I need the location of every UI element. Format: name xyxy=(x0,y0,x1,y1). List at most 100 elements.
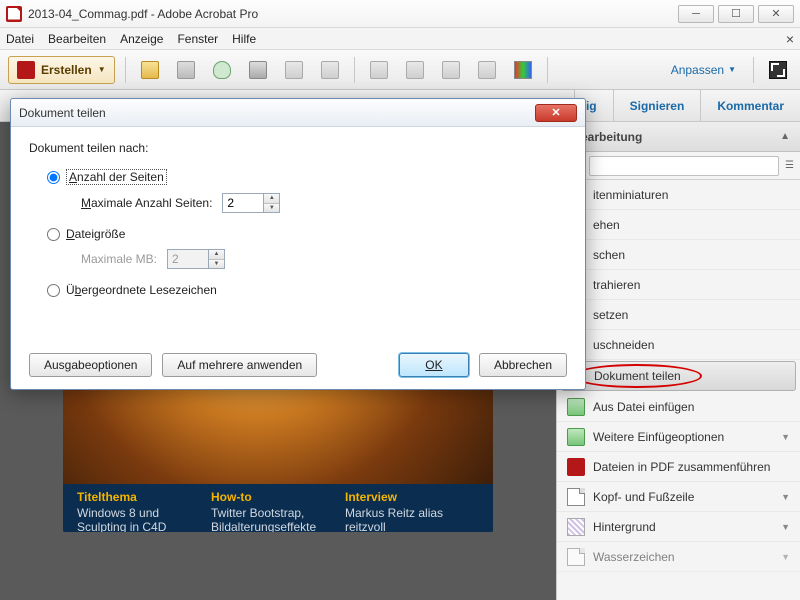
radio-filesize[interactable] xyxy=(47,228,60,241)
panel-item-headerfooter[interactable]: Kopf- und Fußzeile▼ xyxy=(557,482,800,512)
fullscreen-button[interactable] xyxy=(764,56,792,84)
app-icon xyxy=(6,6,22,22)
dialog-close-button[interactable]: ✕ xyxy=(535,104,577,122)
toolbar-button-3[interactable] xyxy=(401,56,429,84)
panel-menu-icon[interactable]: ☰ xyxy=(785,160,794,171)
ok-button[interactable]: OK xyxy=(399,353,469,377)
spinner-down-icon[interactable]: ▼ xyxy=(264,204,279,213)
panel-item-split-document[interactable]: Dokument teilen xyxy=(561,361,796,391)
band-col2-title: How-to xyxy=(211,490,345,504)
max-pages-input[interactable] xyxy=(222,193,264,213)
folder-open-icon xyxy=(141,61,159,79)
menu-datei[interactable]: Datei xyxy=(6,32,34,46)
create-button[interactable]: Erstellen ▼ xyxy=(8,56,115,84)
radio-pages-label: Anzahl der Seiten xyxy=(66,169,167,185)
panel-item-insert-file[interactable]: Aus Datei einfügen xyxy=(557,392,800,422)
pdf-icon xyxy=(17,61,35,79)
chevron-down-icon: ▼ xyxy=(98,65,106,74)
background-icon xyxy=(567,518,585,536)
toolbar-button-4[interactable] xyxy=(437,56,465,84)
panel-item-watermark[interactable]: Wasserzeichen ▼ xyxy=(557,542,800,572)
toolbar: Erstellen ▼ Anpassen ▼ xyxy=(0,50,800,90)
radio-bookmarks[interactable] xyxy=(47,284,60,297)
panel-section-header[interactable]: sbearbeitung ▲ xyxy=(557,122,800,152)
split-document-dialog: Dokument teilen ✕ Dokument teilen nach: … xyxy=(10,98,586,390)
radio-pages[interactable] xyxy=(47,171,60,184)
max-mb-input xyxy=(167,249,209,269)
chevron-icon: ▼ xyxy=(781,552,790,562)
toolbar-button-6[interactable] xyxy=(509,56,537,84)
customize-button[interactable]: Anpassen ▼ xyxy=(664,56,743,84)
insert-more-icon xyxy=(567,428,585,446)
chevron-icon: ▼ xyxy=(781,522,790,532)
panel-item-5[interactable]: uschneiden xyxy=(557,330,800,360)
panel-item-label: ehen xyxy=(593,218,620,232)
window-title: 2013-04_Commag.pdf - Adobe Acrobat Pro xyxy=(28,7,258,21)
option-filesize-row[interactable]: Dateigröße xyxy=(47,227,567,241)
tab-comment[interactable]: Kommentar xyxy=(700,90,800,121)
print-button[interactable] xyxy=(244,56,272,84)
toolbar-button-1[interactable] xyxy=(280,56,308,84)
menu-fenster[interactable]: Fenster xyxy=(177,32,218,46)
max-mb-spinner: ▲▼ xyxy=(167,249,225,269)
max-mb-label: Maximale MB: xyxy=(81,252,157,266)
output-options-button[interactable]: Ausgabeoptionen xyxy=(29,353,152,377)
panel-item-4[interactable]: setzen xyxy=(557,300,800,330)
panel-search-input[interactable] xyxy=(589,156,779,176)
save-button[interactable] xyxy=(172,56,200,84)
export-icon xyxy=(478,61,496,79)
split-by-label: Dokument teilen nach: xyxy=(29,141,567,155)
minimize-button[interactable]: ─ xyxy=(678,5,714,23)
panel-item-2[interactable]: schen xyxy=(557,240,800,270)
panel-item-label: Wasserzeichen xyxy=(593,550,675,564)
panel-item-label: setzen xyxy=(593,308,628,322)
menu-hilfe[interactable]: Hilfe xyxy=(232,32,256,46)
print2-icon xyxy=(406,61,424,79)
panel-item-1[interactable]: ehen xyxy=(557,210,800,240)
right-panel: sbearbeitung ▲ ☰ itenminiaturen ehen sch… xyxy=(556,122,800,600)
panel-item-combine[interactable]: Dateien in PDF zusammenführen xyxy=(557,452,800,482)
color-icon xyxy=(514,61,532,79)
panel-item-3[interactable]: trahieren xyxy=(557,270,800,300)
menu-bearbeiten[interactable]: Bearbeiten xyxy=(48,32,106,46)
close-button[interactable]: ✕ xyxy=(758,5,794,23)
band-col1-title: Titelthema xyxy=(77,490,211,504)
collapse-icon[interactable]: ▲ xyxy=(780,131,790,142)
max-pages-spinner[interactable]: ▲▼ xyxy=(222,193,280,213)
headerfooter-icon xyxy=(567,488,585,506)
max-pages-label: Maximale Anzahl Seiten: xyxy=(81,196,212,210)
spinner-up-icon: ▲ xyxy=(209,250,224,260)
email-button[interactable] xyxy=(316,56,344,84)
option-pages-row[interactable]: Anzahl der Seiten xyxy=(47,169,567,185)
panel-item-insert-more[interactable]: Weitere Einfügeoptionen▼ xyxy=(557,422,800,452)
cancel-button[interactable]: Abbrechen xyxy=(479,353,567,377)
tab-sign[interactable]: Signieren xyxy=(613,90,701,121)
pages-icon xyxy=(442,61,460,79)
panel-item-label: trahieren xyxy=(593,278,640,292)
watermark-icon xyxy=(567,548,585,566)
dialog-titlebar[interactable]: Dokument teilen ✕ xyxy=(11,99,585,127)
apply-multiple-button[interactable]: Auf mehrere anwenden xyxy=(162,353,317,377)
panel-item-label: Aus Datei einfügen xyxy=(593,400,694,414)
maximize-button[interactable]: ☐ xyxy=(718,5,754,23)
spinner-down-icon: ▼ xyxy=(209,260,224,269)
panel-item-0[interactable]: itenminiaturen xyxy=(557,180,800,210)
insert-file-icon xyxy=(567,398,585,416)
max-pages-row: Maximale Anzahl Seiten: ▲▼ xyxy=(81,193,567,213)
open-button[interactable] xyxy=(136,56,164,84)
disk-icon xyxy=(177,61,195,79)
option-bookmarks-row[interactable]: Übergeordnete Lesezeichen xyxy=(47,283,567,297)
max-mb-row: Maximale MB: ▲▼ xyxy=(81,249,567,269)
customize-label: Anpassen xyxy=(671,63,724,77)
panel-item-background[interactable]: Hintergrund▼ xyxy=(557,512,800,542)
menu-close-icon[interactable]: × xyxy=(786,31,794,47)
panel-item-label: schen xyxy=(593,248,625,262)
menu-bar: Datei Bearbeiten Anzeige Fenster Hilfe × xyxy=(0,28,800,50)
spinner-up-icon[interactable]: ▲ xyxy=(264,194,279,204)
toolbar-button-2[interactable] xyxy=(365,56,393,84)
panel-item-label: uschneiden xyxy=(593,338,654,352)
fullscreen-icon xyxy=(769,61,787,79)
menu-anzeige[interactable]: Anzeige xyxy=(120,32,163,46)
cloud-button[interactable] xyxy=(208,56,236,84)
toolbar-button-5[interactable] xyxy=(473,56,501,84)
